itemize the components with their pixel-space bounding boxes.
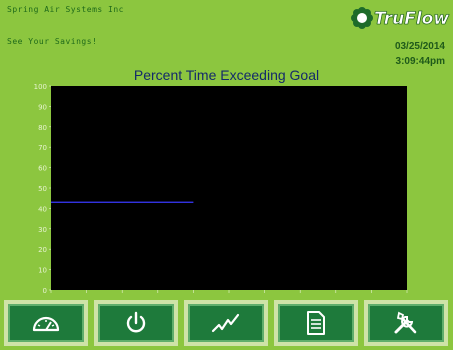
chart-title: Percent Time Exceeding Goal — [133, 67, 320, 83]
power-button[interactable] — [94, 300, 178, 346]
date-display: 03/25/2014 — [394, 41, 445, 52]
y-tick-label: 100 — [34, 84, 47, 91]
y-tick-label: 60 — [38, 165, 47, 173]
tools-icon — [394, 311, 417, 334]
y-tick-label: 50 — [38, 185, 47, 193]
toolbar — [0, 298, 453, 350]
y-tick-label: 0 — [43, 287, 47, 294]
truflow-logo: TruFlow — [350, 6, 450, 36]
trend-button[interactable] — [184, 300, 268, 346]
chart-area: 0 10 20 30 40 50 60 70 80 90 100 — [0, 83, 453, 298]
subtitle-text: See Your Savings! — [7, 37, 98, 46]
percent-time-chart: 0 10 20 30 40 50 60 70 80 90 100 — [34, 83, 408, 295]
y-tick-label: 90 — [38, 103, 47, 111]
y-tick-label: 10 — [38, 267, 47, 275]
time-display: 3:09:44pm — [395, 56, 445, 67]
y-tick-label: 80 — [38, 124, 47, 132]
y-tick-label: 20 — [38, 246, 47, 254]
y-tick-label: 40 — [38, 205, 47, 213]
settings-button[interactable] — [364, 300, 448, 346]
gauge-icon — [32, 316, 60, 332]
y-tick-label: 70 — [38, 144, 47, 152]
logo-text: TruFlow — [374, 9, 450, 30]
document-icon — [307, 311, 325, 335]
trend-icon — [211, 313, 240, 333]
company-name: Spring Air Systems Inc — [7, 5, 124, 14]
report-button[interactable] — [274, 300, 358, 346]
y-tick-label: 30 — [38, 226, 47, 234]
flower-icon — [351, 7, 373, 29]
power-icon — [126, 311, 146, 333]
plot-background — [51, 86, 407, 290]
gauge-button[interactable] — [4, 300, 88, 346]
